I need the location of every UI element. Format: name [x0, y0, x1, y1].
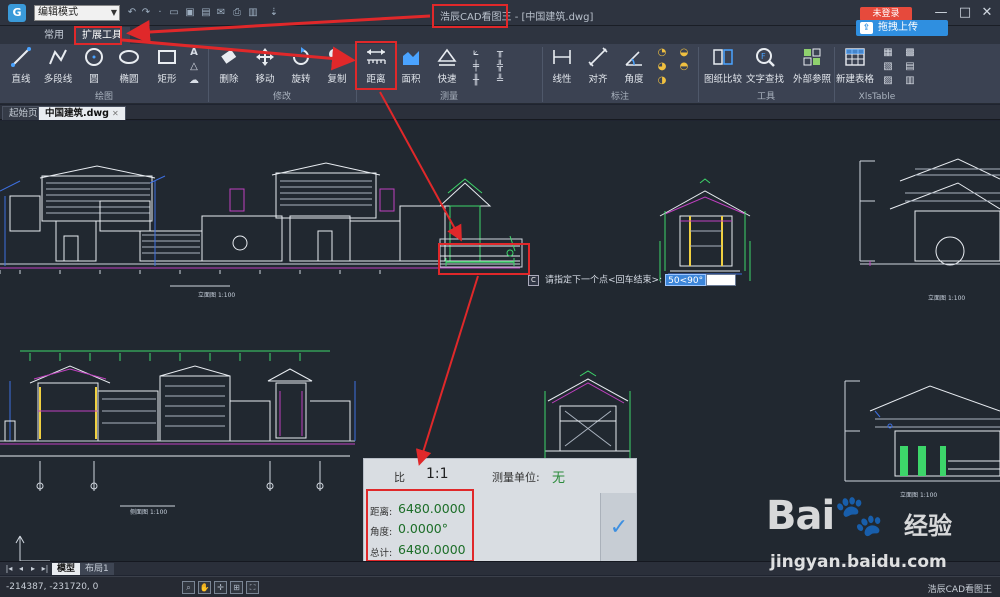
tab-model[interactable]: 模型	[52, 563, 81, 575]
arrow-to-distance	[121, 38, 356, 71]
zoom-icon[interactable]: ⌕	[182, 581, 195, 594]
first-layout-icon[interactable]: |◂	[4, 563, 14, 575]
watermark-brand: Bai🐾	[766, 493, 884, 539]
watermark-url: jingyan.baidu.com	[770, 552, 947, 572]
prev-layout-icon[interactable]: ◂	[16, 563, 26, 575]
app-window: G 编辑模式 ▼ ↶ ↷ · ▭ ▣ ▤ ✉ ⎙ ▥ ⇣ 浩辰CAD看图王 - …	[0, 0, 1000, 597]
fit-window-icon[interactable]: ⛶	[246, 581, 259, 594]
cursor-coordinates: -214387, -231720, 0	[6, 582, 99, 592]
next-layout-icon[interactable]: ▸	[28, 563, 38, 575]
grid-icon[interactable]: ⊞	[230, 581, 243, 594]
watermark-subtitle: 经验	[904, 512, 952, 540]
arrow-to-panel	[415, 275, 479, 466]
arrow-to-segment	[379, 91, 462, 242]
snap-icon[interactable]: ✛	[214, 581, 227, 594]
arrow-to-tab	[126, 14, 431, 44]
last-layout-icon[interactable]: ▸|	[40, 563, 50, 575]
baidu-watermark: Bai🐾 经验 jingyan.baidu.com	[766, 488, 998, 588]
tab-layout1[interactable]: 布局1	[80, 563, 114, 575]
pan-icon[interactable]: ✋	[198, 581, 211, 594]
